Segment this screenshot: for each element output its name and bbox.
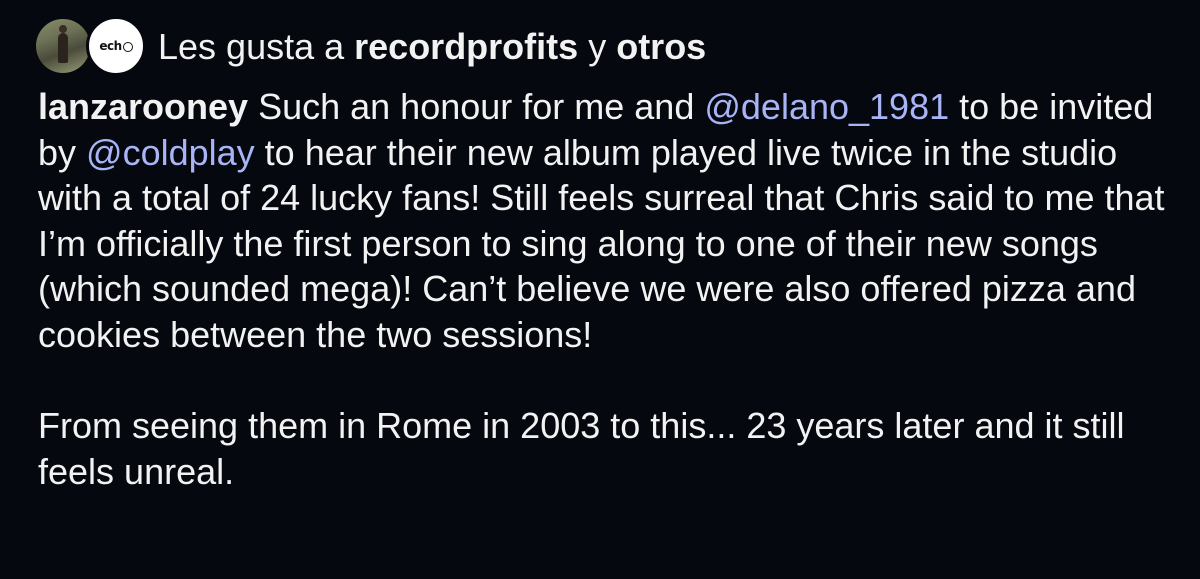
caption-text-1: Such an honour for me and — [248, 86, 705, 127]
liked-by-prefix: Les gusta a — [158, 26, 355, 67]
mention-link-coldplay[interactable]: @coldplay — [86, 132, 255, 173]
liked-by-others-link[interactable]: otros — [616, 26, 706, 67]
post-caption: lanzarooney Such an honour for me and @d… — [38, 84, 1178, 494]
echo-avatar[interactable]: ech — [86, 16, 146, 76]
liker-avatars[interactable]: ech — [36, 16, 148, 77]
liked-by-connector: y — [578, 26, 617, 67]
mention-link-delano[interactable]: @delano_1981 — [704, 86, 949, 127]
echo-logo-text: ech — [99, 39, 122, 53]
echo-logo-icon — [122, 42, 133, 52]
liker-avatar[interactable] — [36, 19, 90, 73]
person-photo-icon — [58, 25, 68, 63]
caption-paragraph-2: From seeing them in Rome in 2003 to this… — [38, 405, 1125, 492]
liked-by-user-link[interactable]: recordprofits — [354, 26, 578, 67]
liked-by-text[interactable]: Les gusta a recordprofits y otros — [158, 27, 706, 67]
liked-by-row[interactable]: ech Les gusta a recordprofits y otros — [36, 14, 706, 80]
caption-username-link[interactable]: lanzarooney — [38, 86, 248, 127]
caption-paragraph-1: lanzarooney Such an honour for me and @d… — [38, 84, 1178, 357]
